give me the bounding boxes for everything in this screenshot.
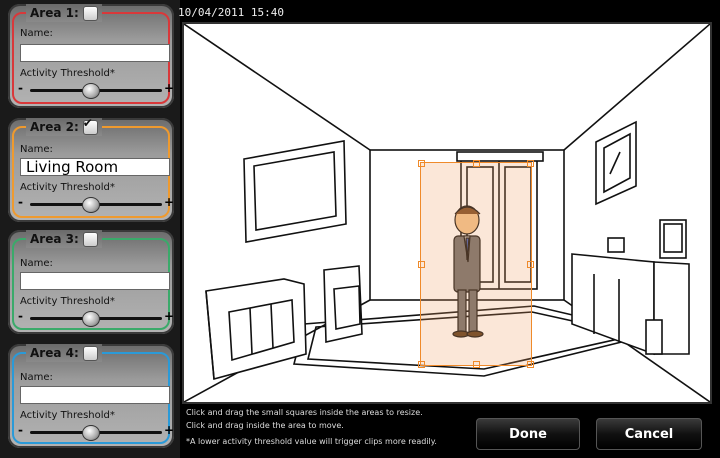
area-2-threshold-slider[interactable]: - +	[18, 195, 174, 213]
resize-handle[interactable]	[418, 160, 425, 167]
resize-handle[interactable]	[418, 261, 425, 268]
area-1-title: Area 1:	[30, 6, 79, 20]
area-4-title: Area 4:	[30, 346, 79, 360]
area-3-threshold-slider[interactable]: - +	[18, 309, 174, 327]
slider-minus-icon[interactable]: -	[18, 81, 23, 95]
done-button[interactable]: Done	[476, 418, 580, 450]
slider-plus-icon[interactable]: +	[164, 309, 174, 323]
detection-area-2-box[interactable]	[418, 160, 534, 368]
area-1-name-input[interactable]	[20, 44, 170, 62]
resize-handle[interactable]	[527, 160, 534, 167]
area-3-title: Area 3:	[30, 232, 79, 246]
area-3-name-input[interactable]	[20, 272, 170, 290]
area-1-panel: Area 1: Name: Activity Threshold* - +	[8, 4, 174, 108]
area-4-panel: Area 4: Name: Activity Threshold* - +	[8, 344, 174, 448]
area-settings-sidebar: Area 1: Name: Activity Threshold* - + Ar…	[0, 0, 180, 458]
area-1-header: Area 1:	[26, 4, 102, 22]
area-4-header: Area 4:	[26, 344, 102, 362]
area-4-threshold-slider[interactable]: - +	[18, 423, 174, 441]
area-2-name-input[interactable]: Living Room	[20, 158, 170, 176]
area-1-threshold-slider[interactable]: - +	[18, 81, 174, 99]
hint-resize: Click and drag the small squares inside …	[186, 408, 423, 417]
hint-threshold: *A lower activity threshold value will t…	[186, 437, 437, 446]
area-3-checkbox[interactable]	[82, 231, 98, 247]
area-2-panel: Area 2: ✔ Name: Living Room Activity Thr…	[8, 116, 174, 222]
slider-plus-icon[interactable]: +	[164, 81, 174, 95]
area-2-checkbox[interactable]: ✔	[82, 116, 98, 135]
area-2-header: Area 2: ✔	[26, 116, 102, 136]
area-2-name-label: Name:	[20, 144, 53, 155]
resize-handle[interactable]	[527, 361, 534, 368]
resize-handle[interactable]	[418, 361, 425, 368]
area-1-name-label: Name:	[20, 28, 53, 39]
area-4-name-input[interactable]	[20, 386, 170, 404]
slider-plus-icon[interactable]: +	[164, 423, 174, 437]
checkmark-icon: ✔	[82, 115, 93, 130]
camera-view[interactable]	[182, 22, 712, 404]
area-3-threshold-label: Activity Threshold*	[20, 296, 115, 307]
hint-move: Click and drag inside the area to move.	[186, 421, 344, 430]
area-1-threshold-label: Activity Threshold*	[20, 68, 115, 79]
area-2-title: Area 2:	[30, 120, 79, 134]
area-3-name-label: Name:	[20, 258, 53, 269]
area-3-header: Area 3:	[26, 230, 102, 248]
area-4-name-label: Name:	[20, 372, 53, 383]
cancel-button[interactable]: Cancel	[596, 418, 702, 450]
area-3-panel: Area 3: Name: Activity Threshold* - +	[8, 230, 174, 334]
area-4-threshold-label: Activity Threshold*	[20, 410, 115, 421]
area-2-threshold-label: Activity Threshold*	[20, 182, 115, 193]
resize-handle[interactable]	[527, 261, 534, 268]
area-1-checkbox[interactable]	[82, 5, 98, 21]
slider-minus-icon[interactable]: -	[18, 423, 23, 437]
slider-minus-icon[interactable]: -	[18, 195, 23, 209]
resize-handle[interactable]	[473, 160, 480, 167]
camera-timestamp: 10/04/2011 15:40	[178, 6, 284, 19]
area-4-checkbox[interactable]	[82, 345, 98, 361]
slider-plus-icon[interactable]: +	[164, 195, 174, 209]
resize-handle[interactable]	[473, 361, 480, 368]
slider-minus-icon[interactable]: -	[18, 309, 23, 323]
